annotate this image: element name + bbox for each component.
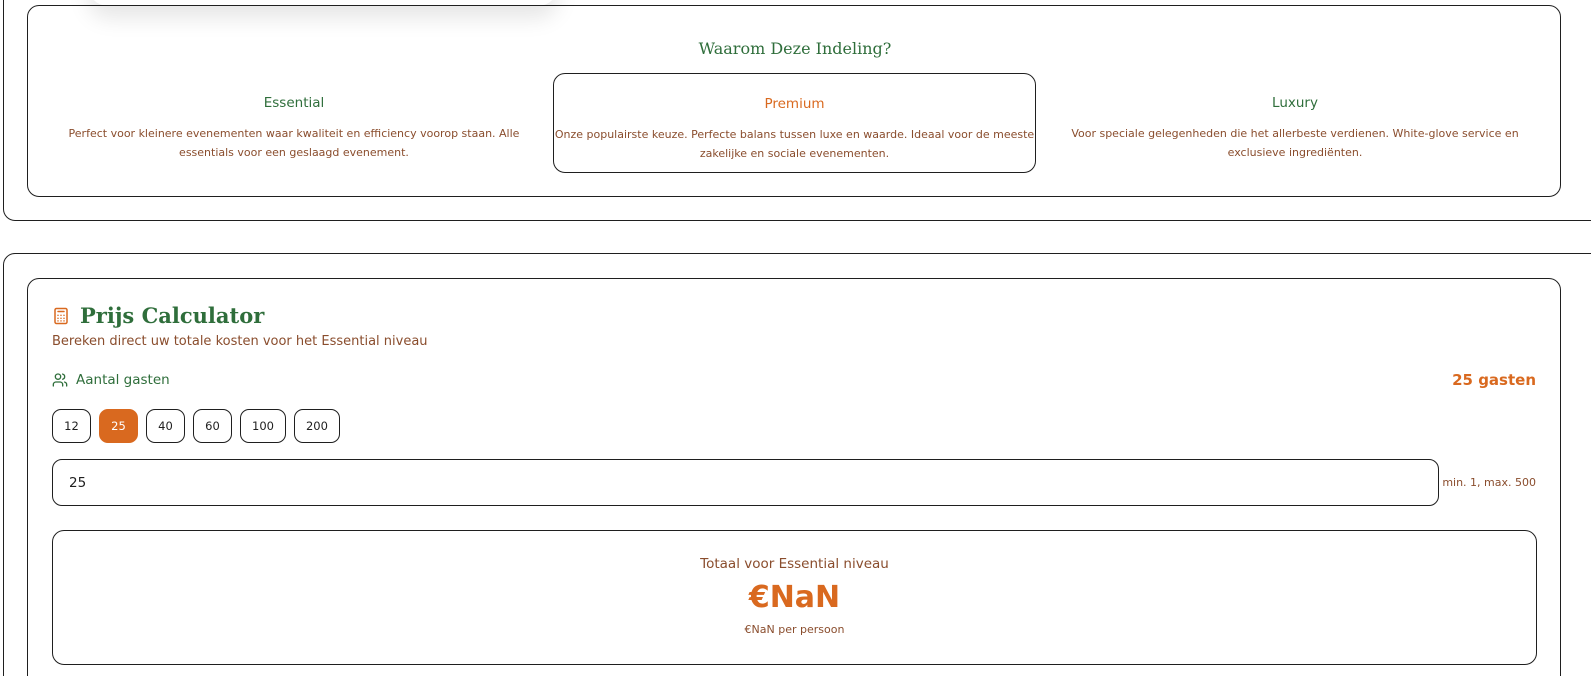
guest-presets: 12 25 40 60 100 200 xyxy=(52,409,340,443)
calculator-subtitle: Bereken direct uw totale kosten voor het… xyxy=(52,334,428,349)
tier-description: Onze populairste keuze. Perfecte balans … xyxy=(554,128,1035,160)
total-label: Totaal voor Essential niveau xyxy=(700,556,889,572)
preset-button-40[interactable]: 40 xyxy=(146,409,185,443)
preset-button-100[interactable]: 100 xyxy=(240,409,286,443)
tier-name: Luxury xyxy=(1272,95,1318,111)
why-title: Waarom Deze Indeling? xyxy=(698,39,892,58)
preset-button-25[interactable]: 25 xyxy=(99,409,138,443)
tier-essential: Essential Perfect voor kleinere evenemen… xyxy=(63,95,525,162)
calculator-header: Prijs Calculator xyxy=(52,303,264,328)
per-person-value: €NaN per persoon xyxy=(744,623,845,636)
tier-premium: Premium Onze populairste keuze. Perfecte… xyxy=(553,73,1036,173)
preset-button-60[interactable]: 60 xyxy=(193,409,232,443)
tier-luxury: Luxury Voor speciale gelegenheden die he… xyxy=(1064,95,1526,162)
guest-count-input[interactable] xyxy=(52,459,1439,506)
guests-label-row: Aantal gasten xyxy=(52,372,170,388)
calculator-card: Prijs Calculator Bereken direct uw total… xyxy=(27,278,1561,676)
total-value: €NaN xyxy=(748,580,841,615)
tier-name: Essential xyxy=(263,95,325,111)
calculator-icon xyxy=(52,307,70,325)
total-box: Totaal voor Essential niveau €NaN €NaN p… xyxy=(52,530,1537,665)
why-inner-card: Waarom Deze Indeling? Essential Perfect … xyxy=(27,5,1561,197)
preset-button-200[interactable]: 200 xyxy=(293,409,340,443)
preset-button-12[interactable]: 12 xyxy=(52,409,91,443)
guests-count: 25 gasten xyxy=(1452,371,1536,389)
guest-range-hint: min. 1, max. 500 xyxy=(1442,476,1536,489)
tier-description: Voor speciale gelegenheden die het aller… xyxy=(1071,127,1519,159)
tier-description: Perfect voor kleinere evenementen waar k… xyxy=(68,127,520,159)
tier-name: Premium xyxy=(764,96,825,112)
users-icon xyxy=(52,372,68,388)
calculator-title: Prijs Calculator xyxy=(80,303,265,328)
guests-label: Aantal gasten xyxy=(76,372,170,388)
top-shadow xyxy=(88,0,558,6)
